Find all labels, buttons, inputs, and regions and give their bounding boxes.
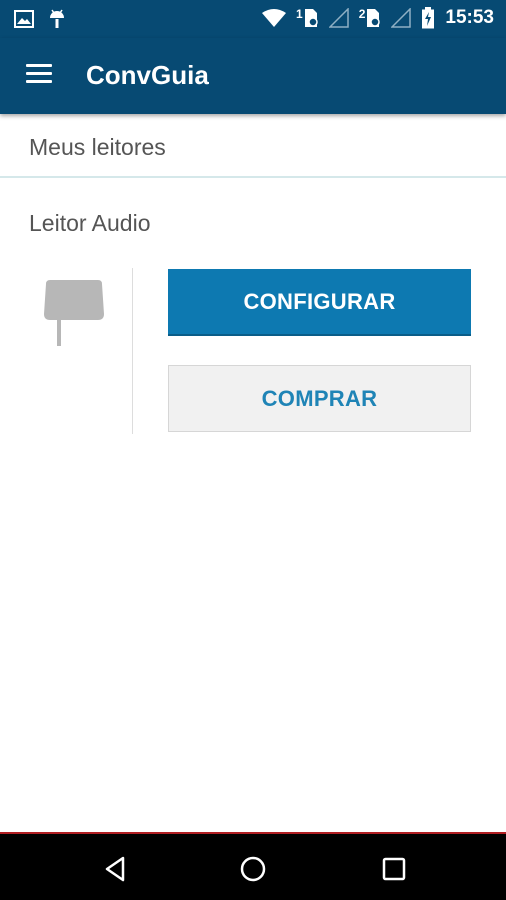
sim1-number: 1: [296, 7, 303, 21]
wifi-icon: [262, 9, 287, 27]
reader-name: Leitor Audio: [29, 210, 151, 236]
sim1-icon: [304, 9, 318, 27]
status-bar: 1 2 15:53: [0, 0, 506, 38]
app-bar: ConvGuia: [0, 38, 506, 114]
navigation-bar: [0, 832, 506, 900]
configure-button[interactable]: CONFIGURAR: [168, 269, 471, 336]
android-icon: [50, 9, 64, 28]
sim1-indicator: 1: [296, 7, 319, 29]
sim2-indicator: 2: [359, 7, 382, 29]
reader-divider: [132, 268, 133, 434]
battery-icon: [422, 7, 435, 29]
section-title: Meus leitores: [29, 134, 166, 160]
back-icon[interactable]: [98, 852, 132, 886]
status-bar-notifications: [14, 8, 66, 30]
signal2-icon: [391, 8, 412, 28]
sim2-icon: [367, 9, 381, 27]
status-time: 15:53: [445, 7, 494, 28]
hamburger-menu-icon[interactable]: [26, 64, 54, 88]
recents-icon[interactable]: [377, 852, 411, 886]
image-icon: [14, 10, 34, 28]
status-bar-system: 1 2 15:53: [262, 7, 494, 29]
sim2-number: 2: [358, 7, 366, 21]
home-icon[interactable]: [236, 852, 270, 886]
app-title: ConvGuia: [86, 60, 209, 90]
signal1-icon: [328, 8, 349, 28]
audio-reader-icon: [44, 280, 104, 346]
buy-button[interactable]: COMPRAR: [168, 365, 471, 432]
section-header: Meus leitores: [0, 114, 506, 178]
